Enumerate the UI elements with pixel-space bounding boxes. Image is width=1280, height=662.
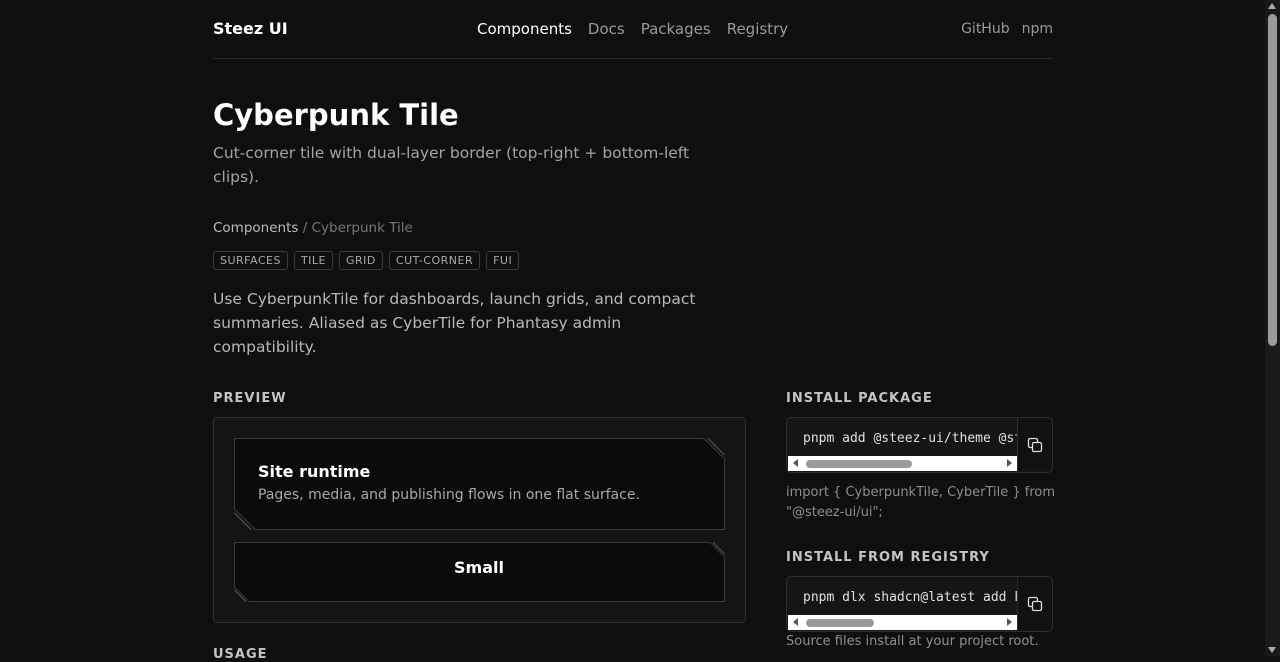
tag-fui: FUI — [486, 251, 520, 270]
copy-icon — [1027, 596, 1043, 612]
scroll-left-arrow-icon[interactable] — [793, 618, 798, 626]
tile-primary-frame — [234, 438, 725, 530]
nav-components[interactable]: Components — [477, 20, 572, 38]
tag-tile: TILE — [293, 251, 333, 270]
tile-primary-text: Pages, media, and publishing flows in on… — [258, 487, 640, 503]
install-package-heading: INSTALL PACKAGE — [786, 391, 933, 406]
breadcrumb-separator: / — [302, 220, 308, 236]
page-scrollbar-thumb[interactable] — [1268, 14, 1277, 346]
horizontal-scrollbar[interactable] — [788, 615, 1017, 630]
tile-primary-title: Site runtime — [258, 462, 371, 481]
install-package-box: pnpm add @steez-ui/theme @steez-ui/ui — [786, 417, 1053, 473]
scrollbar-thumb[interactable] — [806, 619, 874, 627]
breadcrumb: Components / Cyberpunk Tile — [213, 220, 413, 236]
tag-cut-corner: CUT-CORNER — [388, 251, 481, 270]
horizontal-scrollbar[interactable] — [788, 456, 1017, 471]
usage-heading: USAGE — [213, 647, 268, 662]
cyberpunk-tile-small: Small — [234, 542, 725, 602]
tag-list: SURFACES TILE GRID CUT-CORNER FUI — [213, 251, 520, 270]
tag-grid: GRID — [339, 251, 383, 270]
nav-packages[interactable]: Packages — [641, 20, 711, 38]
scroll-right-arrow-icon[interactable] — [1007, 618, 1012, 626]
scroll-right-arrow-icon[interactable] — [1007, 459, 1012, 467]
breadcrumb-parent[interactable]: Components — [213, 220, 298, 236]
nav-registry[interactable]: Registry — [727, 20, 788, 38]
page-subtitle: Cut-corner tile with dual-layer border (… — [213, 144, 690, 186]
install-registry-heading: INSTALL FROM REGISTRY — [786, 550, 990, 565]
install-registry-box: pnpm dlx shadcn@latest add https://steez… — [786, 576, 1053, 632]
registry-note: Source files install at your project roo… — [786, 634, 1039, 649]
scrollbar-thumb[interactable] — [806, 460, 912, 468]
nav-docs[interactable]: Docs — [588, 20, 625, 38]
preview-heading: PREVIEW — [213, 391, 287, 406]
install-package-code-scroll[interactable]: pnpm add @steez-ui/theme @steez-ui/ui — [788, 419, 1017, 471]
github-link[interactable]: GitHub — [961, 21, 1010, 37]
scroll-up-arrow-icon[interactable] — [1268, 3, 1276, 9]
copy-icon — [1027, 437, 1043, 453]
main-nav: Components Docs Packages Registry — [477, 20, 788, 38]
copy-install-registry-button[interactable] — [1017, 577, 1052, 629]
npm-link[interactable]: npm — [1022, 21, 1053, 37]
preview-panel: Site runtime Pages, media, and publishin… — [213, 417, 746, 623]
tag-surfaces: SURFACES — [213, 251, 288, 270]
scroll-down-arrow-icon[interactable] — [1268, 647, 1276, 653]
page-title: Cyberpunk Tile — [213, 98, 459, 132]
install-registry-command: pnpm dlx shadcn@latest add https://steez… — [803, 590, 1017, 605]
component-description: Use CyberpunkTile for dashboards, launch… — [213, 290, 696, 356]
scroll-left-arrow-icon[interactable] — [793, 459, 798, 467]
page-scrollbar[interactable] — [1265, 0, 1280, 656]
external-links: GitHub npm — [961, 21, 1053, 37]
tile-small-title: Small — [454, 558, 504, 577]
install-package-command: pnpm add @steez-ui/theme @steez-ui/ui — [803, 431, 1017, 446]
page-container: Steez UI Components Docs Packages Regist… — [213, 0, 1055, 662]
top-navbar: Steez UI Components Docs Packages Regist… — [213, 0, 1053, 59]
brand-logo[interactable]: Steez UI — [213, 19, 288, 38]
breadcrumb-current: Cyberpunk Tile — [311, 220, 413, 236]
cyberpunk-tile-primary: Site runtime Pages, media, and publishin… — [234, 438, 725, 530]
install-registry-code-scroll[interactable]: pnpm dlx shadcn@latest add https://steez… — [788, 578, 1017, 630]
import-snippet: import { CyberpunkTile, CyberTile } from… — [786, 485, 1056, 520]
copy-install-package-button[interactable] — [1017, 418, 1052, 470]
